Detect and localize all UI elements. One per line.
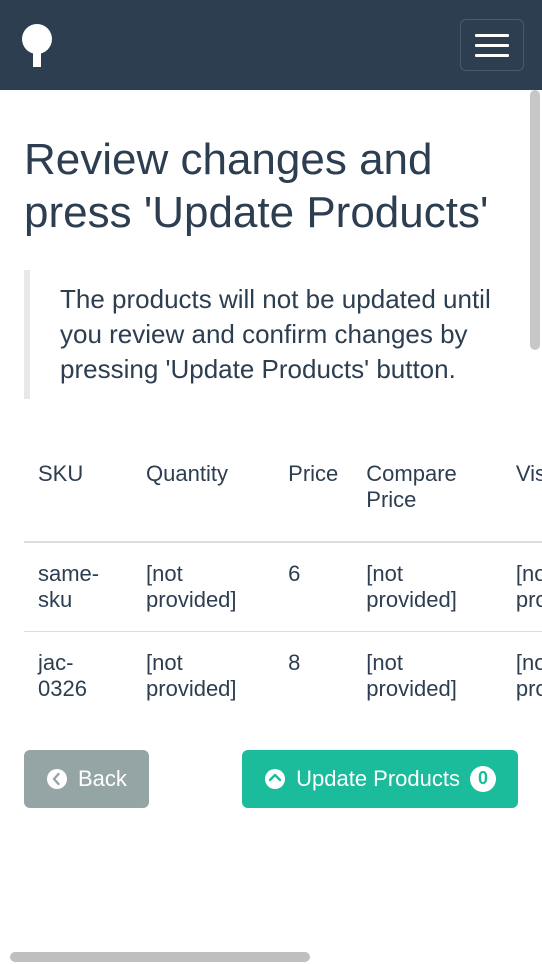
vertical-scrollbar[interactable] [528, 90, 542, 964]
vertical-scrollbar-thumb[interactable] [530, 90, 540, 350]
update-count-badge: 0 [470, 766, 496, 792]
col-compare-price: Compare Price [352, 449, 502, 542]
update-products-button[interactable]: Update Products 0 [242, 750, 518, 808]
navbar [0, 0, 542, 90]
hamburger-icon [475, 34, 509, 37]
tree-logo-icon [18, 23, 56, 67]
cell-price: 8 [274, 631, 352, 720]
cell-sku: jac-0326 [24, 631, 132, 720]
page-title: Review changes and press 'Update Product… [24, 134, 518, 240]
arrow-left-circle-icon [46, 768, 68, 790]
horizontal-scrollbar-thumb[interactable] [10, 952, 310, 962]
table-header-row: SKU Quantity Price Compare Price Visible [24, 449, 542, 542]
action-buttons: Back Update Products 0 [24, 750, 518, 808]
cell-quantity: [not provided] [132, 542, 274, 632]
col-quantity: Quantity [132, 449, 274, 542]
products-table-wrap: SKU Quantity Price Compare Price Visible… [24, 449, 542, 720]
cell-compare-price: [not provided] [352, 631, 502, 720]
table-row: same-sku [not provided] 6 [not provided]… [24, 542, 542, 632]
products-table: SKU Quantity Price Compare Price Visible… [24, 449, 542, 720]
cell-sku: same-sku [24, 542, 132, 632]
menu-toggle-button[interactable] [460, 19, 524, 71]
review-notice: The products will not be updated until y… [24, 270, 518, 399]
back-button[interactable]: Back [24, 750, 149, 808]
cell-quantity: [not provided] [132, 631, 274, 720]
cell-price: 6 [274, 542, 352, 632]
update-button-label: Update Products [296, 766, 460, 792]
cell-compare-price: [not provided] [352, 542, 502, 632]
main-content: Review changes and press 'Update Product… [0, 90, 542, 964]
arrow-up-circle-icon [264, 768, 286, 790]
table-row: jac-0326 [not provided] 8 [not provided]… [24, 631, 542, 720]
back-button-label: Back [78, 766, 127, 792]
col-sku: SKU [24, 449, 132, 542]
col-price: Price [274, 449, 352, 542]
horizontal-scrollbar[interactable] [0, 950, 542, 964]
